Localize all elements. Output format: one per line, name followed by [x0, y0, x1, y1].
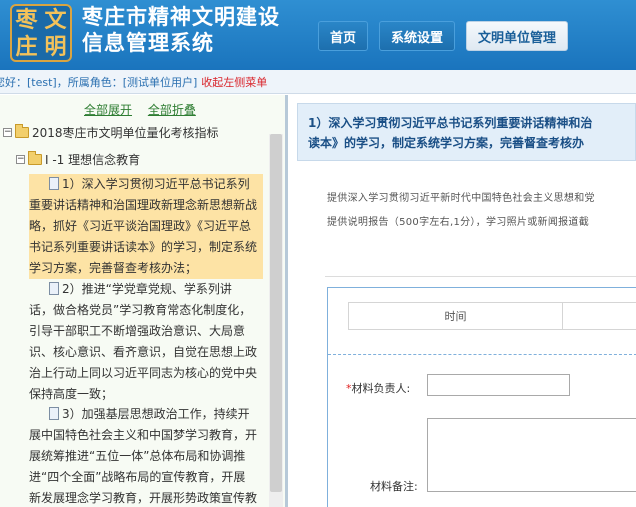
- logo-char: 明: [44, 33, 67, 60]
- left-tree-panel: 全部展开 全部折叠 − 2018枣庄市文明单位量化考核指标 − I -1 理想信…: [0, 95, 288, 507]
- folder-icon: [15, 124, 29, 138]
- expand-all-link[interactable]: 全部展开: [84, 103, 132, 117]
- system-title: 枣庄市精神文明建设 信息管理系统: [82, 4, 280, 56]
- nav-civil-unit-button[interactable]: 文明单位管理: [466, 21, 569, 51]
- main-nav: 首页 系统设置 文明单位管理: [318, 21, 579, 51]
- owner-input[interactable]: [427, 374, 570, 396]
- collapse-left-menu-link[interactable]: 收起左侧菜单: [201, 74, 267, 90]
- user-info-bar: 您好：[test]，所属角色：[测试单位用户] 收起左侧菜单: [0, 70, 636, 94]
- time-column-header: 时间: [349, 303, 563, 329]
- tree-scrollbar[interactable]: [269, 134, 283, 507]
- note-textarea[interactable]: [427, 418, 636, 492]
- system-title-line2: 信息管理系统: [82, 31, 214, 55]
- tree-category-row[interactable]: − I -1 理想信念教育: [16, 151, 140, 168]
- owner-label: *材料负责人:: [346, 382, 411, 395]
- system-title-line1: 枣庄市精神文明建设: [82, 5, 280, 29]
- tree-item-2[interactable]: 2）推进“学党章党规、学系列讲 话，做合格党员”学习教育常态化制度化， 引导干部…: [29, 279, 263, 405]
- logo-char: 庄: [15, 33, 38, 60]
- collapse-all-link[interactable]: 全部折叠: [148, 103, 196, 117]
- user-info-text: 您好：[test]，所属角色：[测试单位用户]: [0, 75, 198, 89]
- site-logo: 枣 文 庄 明: [10, 4, 72, 62]
- tree-root-label: 2018枣庄市文明单位量化考核指标: [32, 126, 219, 140]
- tree-root-row[interactable]: − 2018枣庄市文明单位量化考核指标: [3, 124, 219, 141]
- tree-collapse-toggle-icon[interactable]: −: [16, 155, 25, 164]
- document-icon: [49, 407, 59, 420]
- form-divider: [328, 354, 636, 355]
- document-icon: [49, 177, 59, 190]
- tree-collapse-toggle-icon[interactable]: −: [3, 128, 12, 137]
- tree-category-label: I -1 理想信念教育: [45, 153, 141, 167]
- content-panel: 1）深入学习贯彻习近平总书记系列重要讲话精神和治 读本》的学习，制定系统学习方案…: [291, 95, 636, 507]
- logo-char: 枣: [15, 6, 38, 33]
- logo-char: 文: [44, 6, 67, 33]
- tree-item-1-selected[interactable]: 1）深入学习贯彻习近平总书记系列 重要讲话精神和治国理政新理念新思想新战 略，抓…: [29, 174, 263, 279]
- divider: [325, 276, 636, 277]
- time-table: 时间: [348, 302, 636, 330]
- tree-item-3[interactable]: 3）加强基层思想政治工作，持续开 展中国特色社会主义和中国梦学习教育，开 展统筹…: [29, 404, 263, 507]
- nav-settings-button[interactable]: 系统设置: [379, 21, 456, 51]
- indicator-description-line2: 提供说明报告（500字左右,1分），学习照片或新闻报道截: [327, 217, 590, 228]
- tree-actions: 全部展开 全部折叠: [84, 101, 208, 118]
- app-header: 枣 文 庄 明 枣庄市精神文明建设 信息管理系统 首页 系统设置 文明单位管理: [0, 0, 636, 70]
- document-icon: [49, 282, 59, 295]
- folder-icon: [28, 151, 42, 165]
- indicator-description-line1: 提供深入学习贯彻习近平新时代中国特色社会主义思想和党: [327, 193, 595, 204]
- tree-scrollbar-thumb[interactable]: [270, 134, 282, 492]
- material-form: 时间 *材料负责人: 材料备注:: [327, 287, 636, 507]
- nav-home-button[interactable]: 首页: [318, 21, 369, 51]
- indicator-title: 1）深入学习贯彻习近平总书记系列重要讲话精神和治 读本》的学习，制定系统学习方案…: [297, 103, 636, 161]
- note-label: 材料备注:: [370, 480, 418, 493]
